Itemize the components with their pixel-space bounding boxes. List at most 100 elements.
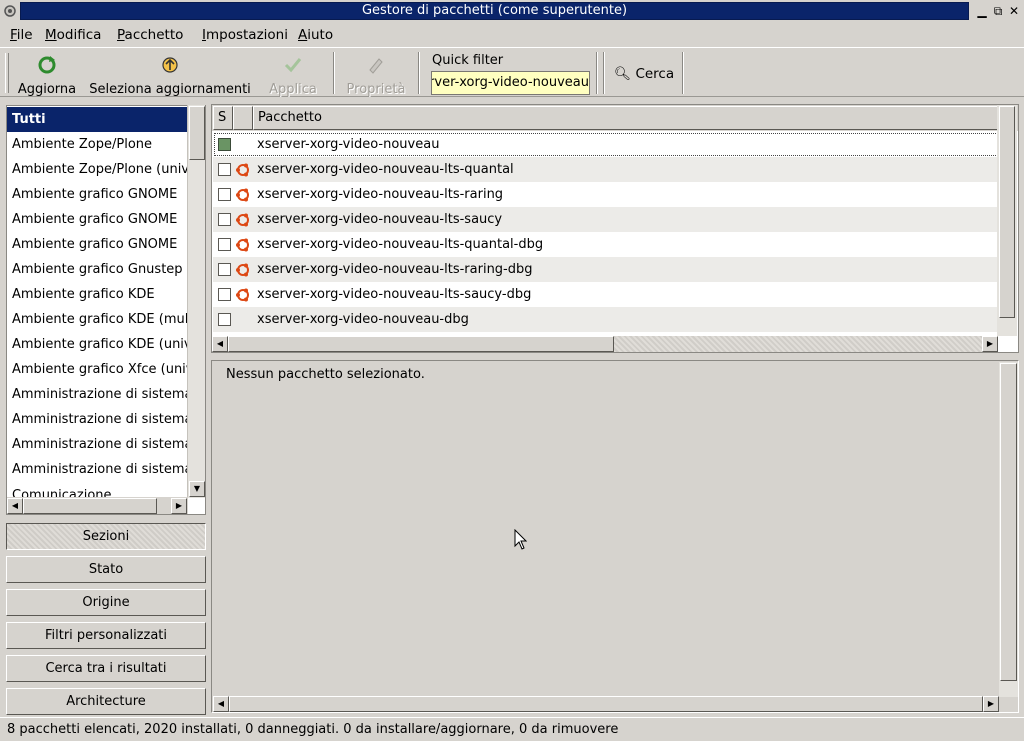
menu-modifica[interactable]: Modifica: [45, 27, 101, 43]
menu-pacchetto[interactable]: Pacchetto: [117, 27, 183, 43]
details-vertical-scrollbar[interactable]: [999, 362, 1018, 697]
package-name: xserver-xorg-video-nouveau-lts-raring: [257, 187, 504, 202]
package-name: xserver-xorg-video-nouveau-lts-quantal-d…: [257, 237, 544, 252]
details-horizontal-scrollbar[interactable]: ◀ ▶: [213, 696, 999, 712]
scroll-left-icon[interactable]: ◀: [7, 498, 23, 514]
apply-button[interactable]: Applica: [264, 52, 322, 97]
scroll-left-icon[interactable]: ◀: [212, 336, 228, 352]
properties-button[interactable]: Proprietà: [344, 52, 408, 97]
package-name: xserver-xorg-video-nouveau-lts-quantal: [257, 162, 514, 177]
menu-impostazioni[interactable]: Impostazioni: [202, 27, 288, 43]
table-row[interactable]: xserver-xorg-video-nouveau: [213, 132, 999, 157]
checkmark-icon: [284, 58, 302, 73]
sections-vertical-scrollbar[interactable]: ▼: [187, 105, 205, 498]
package-checkbox[interactable]: [218, 313, 231, 326]
sections-filter-button[interactable]: Sezioni: [6, 523, 206, 550]
section-item[interactable]: Ambiente grafico Xfce (universe): [7, 357, 190, 382]
scroll-right-icon[interactable]: ▶: [171, 498, 187, 514]
menu-aiuto[interactable]: Aiuto: [298, 27, 333, 43]
scrollbar-thumb[interactable]: [229, 696, 983, 712]
package-checkbox[interactable]: [218, 238, 231, 251]
column-header-icon[interactable]: [233, 106, 253, 130]
search-button[interactable]: 🔍︎ Cerca: [614, 66, 674, 82]
section-item[interactable]: Tutti: [7, 107, 190, 132]
scrollbar-thumb[interactable]: [1000, 363, 1017, 681]
ubuntu-icon: [236, 288, 249, 302]
scroll-right-icon[interactable]: ▶: [983, 696, 999, 712]
binoculars-icon: 🔍︎: [614, 66, 632, 82]
section-item[interactable]: Amministrazione di sistema: [7, 407, 190, 432]
table-row[interactable]: xserver-xorg-video-nouveau-lts-raring-db…: [213, 257, 999, 282]
section-item[interactable]: Ambiente grafico KDE (multiverse): [7, 307, 190, 332]
section-item[interactable]: Ambiente grafico GNOME: [7, 182, 190, 207]
properties-icon: [369, 58, 383, 74]
package-checkbox[interactable]: [218, 188, 231, 201]
section-item[interactable]: Ambiente Zope/Plone (universe): [7, 157, 190, 182]
scrollbar-thumb[interactable]: [23, 498, 157, 514]
sections-list[interactable]: Tutti Ambiente Zope/Plone Ambiente Zope/…: [6, 105, 206, 515]
package-list[interactable]: S Pacchetto xserver-xorg-video-nouveau x…: [211, 104, 1019, 353]
scroll-left-icon[interactable]: ◀: [213, 696, 229, 712]
scroll-down-icon[interactable]: ▼: [189, 481, 205, 497]
menu-file[interactable]: File: [10, 27, 33, 43]
details-text: Nessun pacchetto selezionato.: [226, 367, 425, 382]
section-item[interactable]: Ambiente grafico KDE: [7, 282, 190, 307]
origin-filter-button[interactable]: Origine: [6, 589, 206, 616]
scrollbar-thumb[interactable]: [999, 106, 1015, 318]
window-title: Gestore di pacchetti (come superutente): [361, 3, 628, 18]
package-name: xserver-xorg-video-nouveau-lts-raring-db…: [257, 262, 533, 277]
table-row[interactable]: xserver-xorg-video-nouveau-lts-raring: [213, 182, 999, 207]
ubuntu-icon: [236, 213, 249, 227]
search-results-button[interactable]: Cerca tra i risultati: [6, 655, 206, 682]
sections-horizontal-scrollbar[interactable]: ◀ ▶: [7, 497, 188, 514]
section-item[interactable]: Amministrazione di sistema: [7, 432, 190, 457]
scrollbar-thumb[interactable]: [189, 106, 205, 160]
architecture-filter-button[interactable]: Architecture: [6, 688, 206, 715]
custom-filters-button[interactable]: Filtri personalizzati: [6, 622, 206, 649]
package-checkbox[interactable]: [218, 288, 231, 301]
package-vertical-scrollbar[interactable]: [997, 105, 1017, 336]
section-item[interactable]: Ambiente grafico GNOME: [7, 207, 190, 232]
section-item[interactable]: Amministrazione di sistema: [7, 382, 190, 407]
section-item[interactable]: Ambiente grafico GNOME: [7, 232, 190, 257]
quick-filter-label: Quick filter: [432, 53, 504, 68]
package-name: xserver-xorg-video-nouveau-lts-saucy: [257, 212, 503, 227]
package-name: xserver-xorg-video-nouveau: [257, 137, 440, 152]
toolbar-grip[interactable]: [5, 53, 9, 93]
package-name: xserver-xorg-video-nouveau-lts-saucy-dbg: [257, 287, 532, 302]
installed-checkbox[interactable]: [218, 138, 231, 151]
status-filter-button[interactable]: Stato: [6, 556, 206, 583]
column-header-status[interactable]: S: [213, 106, 233, 130]
package-checkbox[interactable]: [218, 263, 231, 276]
reload-icon: [38, 56, 56, 74]
quick-filter-input[interactable]: xserver-xorg-video-nouveau: [431, 71, 590, 95]
section-item[interactable]: Comunicazione: [7, 482, 190, 498]
package-checkbox[interactable]: [218, 163, 231, 176]
table-row[interactable]: xserver-xorg-video-nouveau-lts-quantal: [213, 157, 999, 182]
section-item[interactable]: Ambiente Zope/Plone: [7, 132, 190, 157]
mouse-cursor-icon: [514, 529, 527, 550]
scroll-right-icon[interactable]: ▶: [982, 336, 998, 352]
mark-upgrades-button[interactable]: Seleziona aggiornamenti: [86, 52, 254, 97]
table-row[interactable]: xserver-xorg-video-nouveau-lts-quantal-d…: [213, 232, 999, 257]
section-item[interactable]: Ambiente grafico KDE (universe): [7, 332, 190, 357]
section-item[interactable]: Amministrazione di sistema: [7, 457, 190, 482]
app-icon[interactable]: [2, 3, 18, 19]
ubuntu-icon: [236, 263, 249, 277]
status-bar: 8 pacchetti elencati, 2020 installati, 0…: [0, 717, 1024, 741]
restore-icon[interactable]: ⧉: [991, 4, 1005, 18]
close-icon[interactable]: ✕: [1007, 4, 1021, 18]
table-row[interactable]: xserver-xorg-video-nouveau-dbg: [213, 307, 999, 332]
upgrade-icon: [162, 57, 178, 73]
table-row[interactable]: xserver-xorg-video-nouveau-lts-saucy: [213, 207, 999, 232]
package-horizontal-scrollbar[interactable]: ◀ ▶: [212, 336, 998, 352]
package-name: xserver-xorg-video-nouveau-dbg: [257, 312, 469, 327]
column-header-package[interactable]: Pacchetto: [253, 106, 998, 130]
minimize-icon[interactable]: ▁: [975, 4, 989, 18]
package-checkbox[interactable]: [218, 213, 231, 226]
reload-button[interactable]: Aggiorna: [16, 52, 78, 97]
section-item[interactable]: Ambiente grafico Gnustep: [7, 257, 190, 282]
scrollbar-thumb[interactable]: [228, 336, 614, 352]
toolbar: Aggiorna Seleziona aggiornamenti Applica…: [0, 47, 1024, 97]
table-row[interactable]: xserver-xorg-video-nouveau-lts-saucy-dbg: [213, 282, 999, 307]
